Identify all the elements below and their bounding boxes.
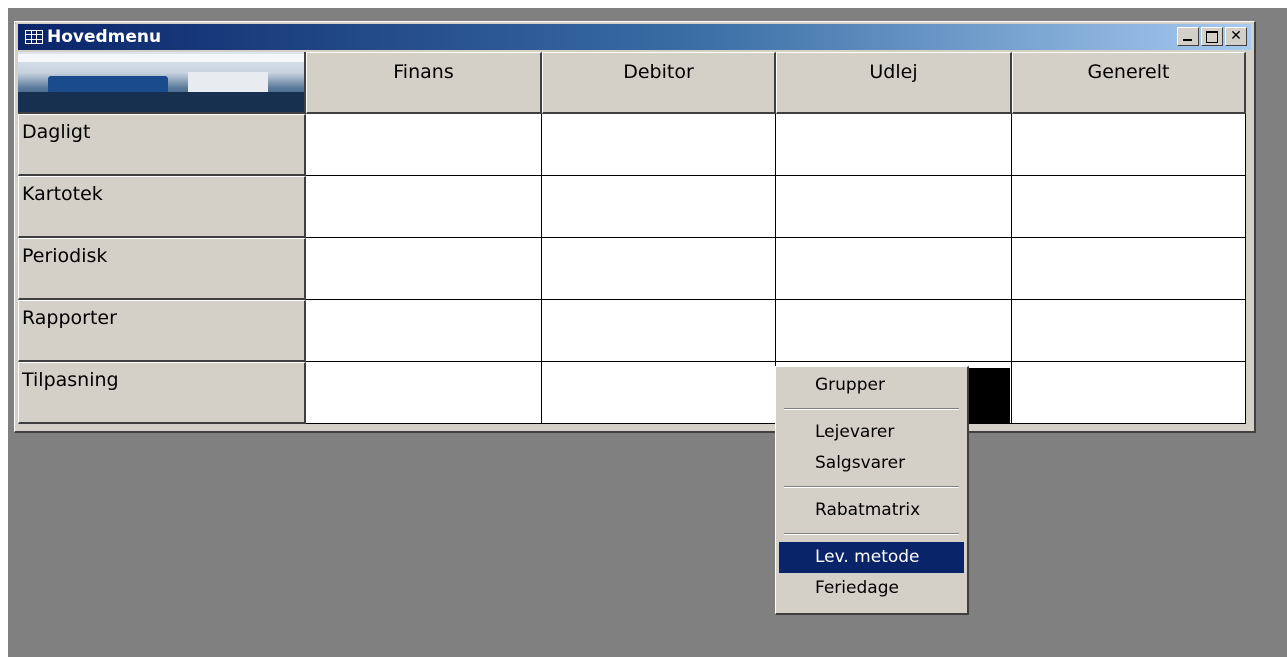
- grid-cell[interactable]: [306, 176, 542, 238]
- column-header-udlej[interactable]: Udlej: [776, 52, 1012, 114]
- grid-cell[interactable]: [542, 362, 776, 424]
- window-title: Hovedmenu: [47, 27, 162, 47]
- menu-item-salgsvarer[interactable]: Salgsvarer: [779, 448, 964, 479]
- grid-cell[interactable]: [306, 238, 542, 300]
- company-logo-image: [18, 52, 306, 114]
- grid-cell[interactable]: [776, 114, 1012, 176]
- menu-separator: [784, 533, 959, 535]
- row-header-periodisk[interactable]: Periodisk: [18, 238, 306, 300]
- title-bar[interactable]: Hovedmenu ✕: [18, 24, 1251, 50]
- menu-item-rabatmatrix[interactable]: Rabatmatrix: [779, 495, 964, 526]
- grid-cell[interactable]: [542, 114, 776, 176]
- black-artifact-block: [969, 368, 1010, 423]
- row-header-dagligt[interactable]: Dagligt: [18, 114, 306, 176]
- grid-cell[interactable]: [1012, 238, 1246, 300]
- grid-cell[interactable]: [776, 238, 1012, 300]
- row-header-kartotek[interactable]: Kartotek: [18, 176, 306, 238]
- grid-cell[interactable]: [1012, 114, 1246, 176]
- grid-cell[interactable]: [542, 238, 776, 300]
- minimize-icon[interactable]: [1177, 27, 1199, 46]
- hovedmenu-window: Hovedmenu ✕ Finans Debitor Udlej Generel…: [14, 21, 1256, 433]
- app-grid-icon: [25, 30, 43, 44]
- close-icon[interactable]: ✕: [1225, 27, 1247, 46]
- grid-cell[interactable]: [776, 300, 1012, 362]
- window-controls: ✕: [1177, 27, 1247, 46]
- grid-cell[interactable]: [1012, 362, 1246, 424]
- menu-grid: Finans Debitor Udlej Generelt Dagligt Ka…: [18, 52, 1250, 424]
- menu-item-feriedage[interactable]: Feriedage: [779, 573, 964, 604]
- menu-separator: [784, 486, 959, 488]
- grid-cell[interactable]: [306, 300, 542, 362]
- grid-cell[interactable]: [306, 114, 542, 176]
- grid-cell[interactable]: [1012, 300, 1246, 362]
- menu-separator: [784, 408, 959, 410]
- grid-cell[interactable]: [542, 300, 776, 362]
- column-header-finans[interactable]: Finans: [306, 52, 542, 114]
- row-header-rapporter[interactable]: Rapporter: [18, 300, 306, 362]
- row-header-tilpasning[interactable]: Tilpasning: [18, 362, 306, 424]
- grid-cell[interactable]: [306, 362, 542, 424]
- menu-item-lejevarer[interactable]: Lejevarer: [779, 417, 964, 448]
- menu-item-grupper[interactable]: Grupper: [779, 370, 964, 401]
- column-header-debitor[interactable]: Debitor: [542, 52, 776, 114]
- grid-cell[interactable]: [776, 176, 1012, 238]
- column-header-generelt[interactable]: Generelt: [1012, 52, 1246, 114]
- grid-cell[interactable]: [542, 176, 776, 238]
- menu-item-lev-metode[interactable]: Lev. metode: [779, 542, 964, 573]
- maximize-icon[interactable]: [1201, 27, 1223, 46]
- grid-cell[interactable]: [1012, 176, 1246, 238]
- context-menu: Grupper Lejevarer Salgsvarer Rabatmatrix…: [775, 366, 969, 615]
